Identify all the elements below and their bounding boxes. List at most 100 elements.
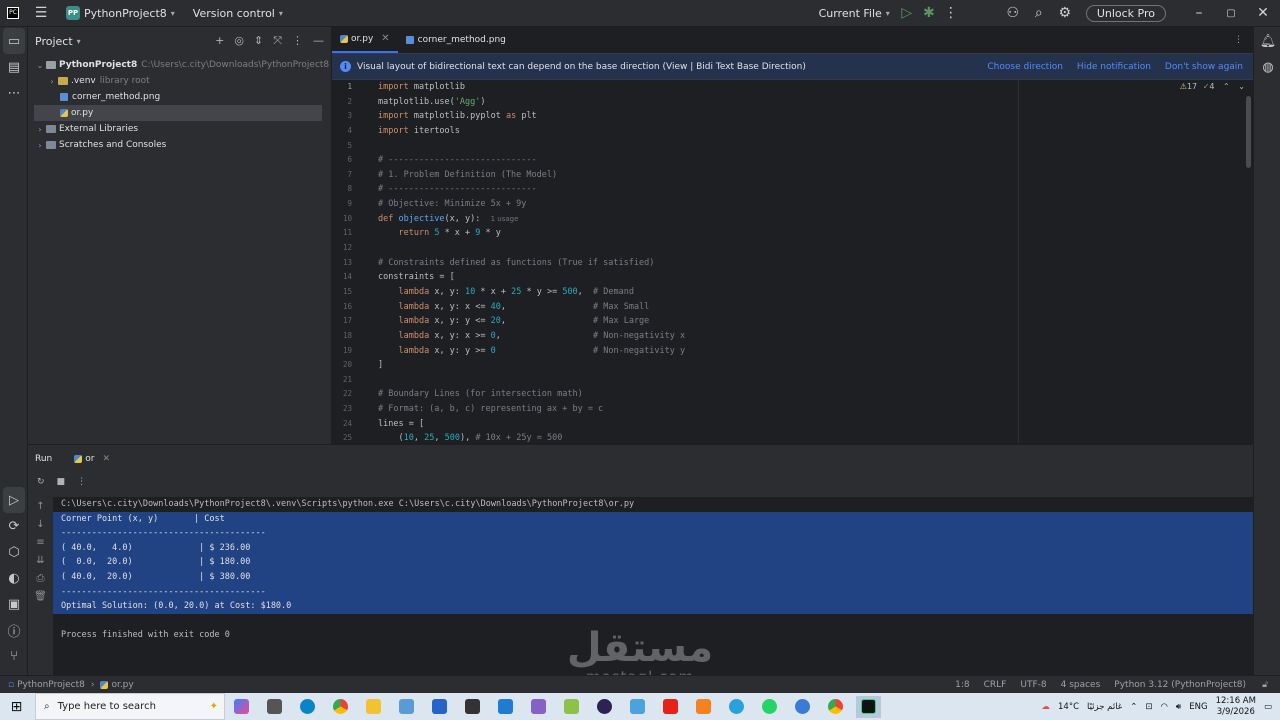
- chrome-profile-icon[interactable]: [823, 696, 848, 718]
- python-interpreter[interactable]: Python 3.12 (PythonProject8): [1114, 680, 1246, 690]
- weather-icon[interactable]: ☁: [1042, 702, 1051, 712]
- search-icon[interactable]: ⌕: [1028, 2, 1050, 24]
- windows-start-icon[interactable]: ⊞: [4, 696, 29, 718]
- collapse-arrow-icon[interactable]: ›: [34, 125, 46, 134]
- store-icon[interactable]: [427, 696, 452, 718]
- debug-tool-icon[interactable]: ◐: [0, 565, 28, 591]
- add-icon[interactable]: +: [215, 34, 224, 48]
- tab-corner-method-png[interactable]: corner_method.png: [398, 26, 514, 53]
- prev-highlight-icon[interactable]: ⌃: [1223, 82, 1230, 91]
- tree-root[interactable]: ⌄ PythonProject8 C:\Users\c.city\Downloa…: [34, 57, 331, 73]
- notifications-bell-icon[interactable]: 🔔︎: [1254, 28, 1280, 54]
- scroll-to-end-icon[interactable]: ⇊: [28, 551, 53, 569]
- add-user-icon[interactable]: ⚇: [1002, 2, 1024, 24]
- clock[interactable]: 12:16 AM 3/9/2026: [1216, 696, 1256, 718]
- maximize-icon[interactable]: ▢: [1220, 2, 1242, 24]
- editor-scrollbar[interactable]: [1246, 96, 1251, 168]
- app-icon[interactable]: [493, 696, 518, 718]
- stop-icon[interactable]: ■: [57, 477, 66, 491]
- hide-notification-link[interactable]: Hide notification: [1077, 62, 1151, 72]
- python-packages-icon[interactable]: ⟳: [0, 513, 28, 539]
- weather-text[interactable]: غائم جزئيًا: [1087, 702, 1122, 712]
- wifi-icon[interactable]: ◠: [1161, 702, 1168, 712]
- weather-temp[interactable]: 14°C: [1058, 702, 1079, 712]
- project-panel-title[interactable]: Project: [35, 35, 73, 48]
- console-output[interactable]: C:\Users\c.city\Downloads\PythonProject8…: [53, 497, 1253, 675]
- calculator-icon[interactable]: [262, 696, 287, 718]
- clear-trash-icon[interactable]: 🗑︎: [28, 587, 53, 605]
- terminal-icon[interactable]: ▣: [0, 591, 28, 617]
- whatsapp-icon[interactable]: [757, 696, 782, 718]
- tab-or-py[interactable]: or.py ✕: [332, 26, 398, 53]
- run-tab-or[interactable]: or ✕: [74, 454, 110, 464]
- settings-gear-icon[interactable]: ⚙: [1054, 2, 1076, 24]
- run-panel-title[interactable]: Run: [35, 454, 52, 464]
- copilot-icon[interactable]: [229, 696, 254, 718]
- telegram-icon[interactable]: [724, 696, 749, 718]
- chrome-icon[interactable]: [328, 696, 353, 718]
- code-area[interactable]: ⚠17 ✓4 ⌃ ⌄ 1 2 3 4 5 6 7 8 9 10 11 12 13…: [332, 80, 1253, 443]
- collapse-arrow-icon[interactable]: ›: [34, 141, 46, 150]
- down-arrow-icon[interactable]: ↓: [28, 515, 53, 533]
- main-menu-icon[interactable]: ☰: [30, 2, 52, 24]
- print-icon[interactable]: ⎙: [28, 569, 53, 587]
- collapse-arrow-icon[interactable]: ›: [46, 77, 58, 86]
- edge-browser-icon[interactable]: [295, 696, 320, 718]
- app-icon[interactable]: [559, 696, 584, 718]
- breadcrumb-project[interactable]: PythonProject8: [17, 680, 85, 690]
- tab-options-icon[interactable]: ⋮: [1234, 26, 1253, 53]
- notification-center-icon[interactable]: ▭: [1264, 702, 1272, 712]
- tree-item-external-libraries[interactable]: › External Libraries: [34, 121, 331, 137]
- ai-assistant-icon[interactable]: ◍: [1254, 54, 1280, 80]
- tree-item-corner-method-png[interactable]: corner_method.png: [34, 89, 331, 105]
- close-tab-icon[interactable]: ✕: [381, 33, 389, 44]
- git-icon[interactable]: ⑂: [0, 643, 28, 669]
- structure-icon[interactable]: ▤: [0, 54, 28, 80]
- unlock-pro-button[interactable]: Unlock Pro: [1085, 4, 1166, 22]
- tree-item-venv[interactable]: › .venv library root: [34, 73, 331, 89]
- file-encoding[interactable]: UTF-8: [1020, 680, 1046, 690]
- debug-icon[interactable]: ✱: [918, 2, 940, 24]
- app-icon[interactable]: [460, 696, 485, 718]
- pycharm-logo-icon[interactable]: PC: [2, 2, 24, 24]
- usage-hint[interactable]: 1 usage: [491, 215, 519, 223]
- more-tools-icon[interactable]: ⋯: [0, 80, 28, 106]
- chevron-down-icon[interactable]: ▾: [77, 37, 81, 46]
- code-text[interactable]: import matplotlib matplotlib.use('Agg') …: [378, 80, 1223, 443]
- close-tab-icon[interactable]: ✕: [102, 454, 110, 464]
- tree-item-scratches[interactable]: › Scratches and Consoles: [34, 137, 331, 153]
- vlc-icon[interactable]: [691, 696, 716, 718]
- soft-wrap-icon[interactable]: ≡: [28, 533, 53, 551]
- choose-direction-link[interactable]: Choose direction: [987, 62, 1063, 72]
- rerun-icon[interactable]: ↻: [37, 477, 45, 491]
- expand-all-icon[interactable]: ⇕: [254, 34, 263, 48]
- project-tool-folder-icon[interactable]: ▭: [3, 28, 25, 54]
- options-icon[interactable]: ⋮: [292, 34, 303, 48]
- visual-studio-icon[interactable]: [526, 696, 551, 718]
- project-switcher[interactable]: PP PythonProject8 ▾: [60, 1, 181, 25]
- more-actions-icon[interactable]: ⋮: [940, 2, 962, 24]
- volume-icon[interactable]: 🔊︎: [1176, 702, 1181, 712]
- hide-icon[interactable]: —: [313, 34, 324, 48]
- expand-arrow-icon[interactable]: ⌄: [34, 61, 46, 70]
- next-highlight-icon[interactable]: ⌄: [1238, 82, 1245, 91]
- indent-setting[interactable]: 4 spaces: [1061, 680, 1101, 690]
- app-icon[interactable]: [625, 696, 650, 718]
- problems-icon[interactable]: ⓘ: [0, 617, 28, 643]
- tree-item-or-py[interactable]: or.py: [34, 105, 322, 121]
- run-tool-icon[interactable]: ▷: [3, 487, 25, 513]
- eclipse-icon[interactable]: [592, 696, 617, 718]
- app-icon[interactable]: [394, 696, 419, 718]
- run-icon[interactable]: ▷: [896, 2, 918, 24]
- line-separator[interactable]: CRLF: [984, 680, 1007, 690]
- minimize-icon[interactable]: –: [1188, 2, 1210, 24]
- language-indicator[interactable]: ENG: [1189, 702, 1207, 712]
- file-explorer-icon[interactable]: [361, 696, 386, 718]
- up-arrow-icon[interactable]: ↑: [28, 497, 53, 515]
- network-icon[interactable]: ⊡: [1145, 702, 1152, 712]
- version-control-menu[interactable]: Version control ▾: [187, 1, 289, 25]
- caret-position[interactable]: 1:8: [955, 680, 969, 690]
- more-options-icon[interactable]: ⋮: [77, 477, 86, 491]
- close-icon[interactable]: ✕: [1252, 2, 1274, 24]
- collapse-all-icon[interactable]: ⤧: [273, 34, 282, 48]
